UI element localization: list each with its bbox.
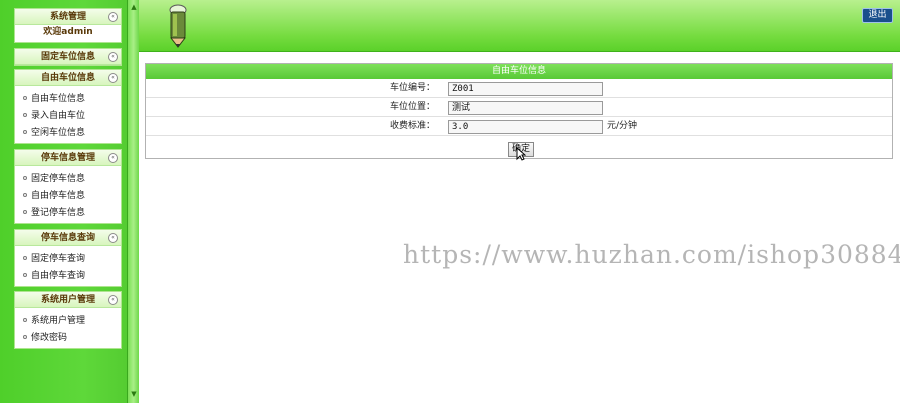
panel-header[interactable]: 系统用户管理 « [15, 292, 121, 308]
sidebar-item[interactable]: 系统用户管理 [23, 313, 121, 330]
bullet-icon [23, 95, 27, 100]
panel-header[interactable]: 固定车位信息 « [15, 49, 121, 65]
panel-title: 固定车位信息 [40, 52, 95, 62]
panel-header[interactable]: 系统管理 « [15, 9, 121, 25]
bullet-icon [23, 175, 27, 180]
bullet-icon [23, 129, 27, 134]
panel-free-spot: 自由车位信息 « 自由车位信息 录入自由车位 空闲车位信息 [14, 69, 122, 144]
logout-button[interactable]: 退出 [862, 8, 893, 23]
panel-title: 停车信息管理 [40, 153, 95, 163]
sidebar-item[interactable]: 固定停车信息 [23, 171, 121, 188]
panel-title: 停车信息查询 [40, 233, 95, 243]
welcome-text: 欢迎admin [43, 27, 93, 37]
fee-unit: 元/分钟 [607, 121, 638, 131]
form-title: 自由车位信息 [146, 64, 892, 79]
sidebar-item[interactable]: 自由停车信息 [23, 188, 121, 205]
bullet-icon [23, 317, 27, 322]
pencil-logo-icon [169, 4, 187, 48]
form-row-fee-standard: 收费标准： 3.0 元/分钟 [146, 117, 892, 136]
sidebar-item[interactable]: 自由停车查询 [23, 268, 121, 285]
sidebar-item[interactable]: 修改密码 [23, 330, 121, 347]
collapse-icon[interactable]: « [108, 295, 118, 305]
sidebar-item[interactable]: 空闲车位信息 [23, 125, 121, 142]
collapse-icon[interactable]: « [108, 73, 118, 83]
collapse-icon[interactable]: « [108, 12, 118, 22]
panel-title: 系统用户管理 [40, 295, 95, 305]
sidebar-toggle-strip[interactable]: ▲ ▼ [127, 0, 139, 403]
sidebar: ▲ ▼ 系统管理 « 欢迎admin 固定车位信息 « 自由车位信息 « 自由车… [0, 0, 139, 403]
form-row-spot-number: 车位编号： Z001 [146, 79, 892, 98]
collapse-icon[interactable]: « [108, 233, 118, 243]
mouse-cursor-icon [516, 147, 526, 161]
collapse-icon[interactable]: « [108, 153, 118, 163]
free-spot-form: 自由车位信息 车位编号： Z001 车位位置： 测试 收费标准： 3.0 元/分… [145, 63, 893, 159]
panel-fixed-spot: 固定车位信息 « [14, 48, 122, 66]
collapse-icon[interactable]: « [108, 52, 118, 62]
field-label: 车位编号： [389, 83, 435, 93]
sidebar-item[interactable]: 固定停车查询 [23, 251, 121, 268]
bullet-icon [23, 192, 27, 197]
panel-system-users: 系统用户管理 « 系统用户管理 修改密码 [14, 291, 122, 349]
panel-parking-query: 停车信息查询 « 固定停车查询 自由停车查询 [14, 229, 122, 287]
top-banner: 退出 [139, 0, 900, 52]
sidebar-item[interactable]: 录入自由车位 [23, 108, 121, 125]
panel-header[interactable]: 停车信息管理 « [15, 150, 121, 166]
field-label: 收费标准： [389, 121, 435, 131]
panel-parking-manage: 停车信息管理 « 固定停车信息 自由停车信息 登记停车信息 [14, 149, 122, 224]
panel-title: 自由车位信息 [40, 73, 95, 83]
sidebar-item[interactable]: 登记停车信息 [23, 205, 121, 222]
bullet-icon [23, 255, 27, 260]
panel-system: 系统管理 « 欢迎admin [14, 8, 122, 43]
scroll-up-arrow-icon[interactable]: ▲ [130, 3, 138, 11]
bullet-icon [23, 209, 27, 214]
fee-standard-input[interactable]: 3.0 [448, 120, 603, 134]
scroll-down-arrow-icon[interactable]: ▼ [130, 390, 138, 398]
bullet-icon [23, 334, 27, 339]
panel-title: 系统管理 [49, 12, 86, 22]
bullet-icon [23, 112, 27, 117]
spot-location-input[interactable]: 测试 [448, 101, 603, 115]
bullet-icon [23, 272, 27, 277]
field-label: 车位位置： [389, 102, 435, 112]
spot-number-input[interactable]: Z001 [448, 82, 603, 96]
panel-header[interactable]: 自由车位信息 « [15, 70, 121, 86]
panel-header[interactable]: 停车信息查询 « [15, 230, 121, 246]
sidebar-item[interactable]: 自由车位信息 [23, 91, 121, 108]
form-row-spot-location: 车位位置： 测试 [146, 98, 892, 117]
watermark-text: https://www.huzhan.com/ishop30884 [403, 240, 900, 269]
